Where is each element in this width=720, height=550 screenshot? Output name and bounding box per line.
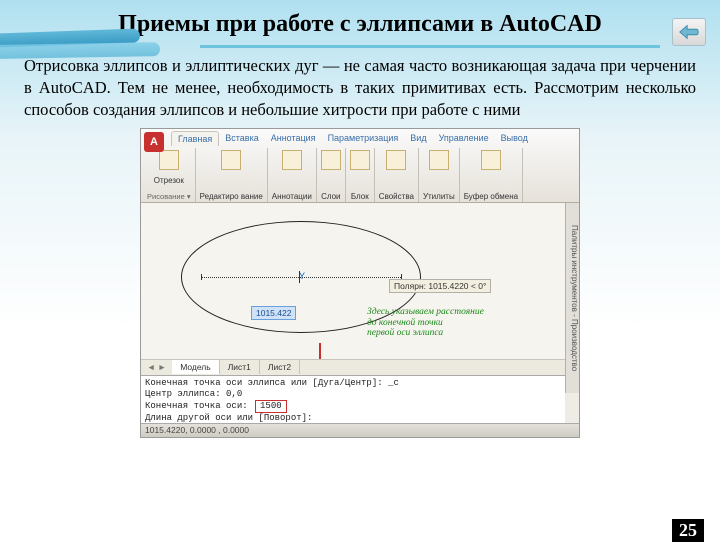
ribbon-panels: Отрезок Рисование ▾ Редактиро вание Аннотац… <box>141 146 579 202</box>
ribbon-tab[interactable]: Вывод <box>495 131 534 146</box>
ribbon-panel[interactable]: Слои <box>317 148 346 202</box>
panel-label: Утилиты <box>423 193 455 201</box>
back-button[interactable] <box>672 18 706 46</box>
panel-label: Свойства <box>379 193 414 201</box>
panel-label: Редактиро вание <box>200 193 263 201</box>
panel-icon <box>429 150 449 170</box>
ribbon-panel[interactable]: Утилиты <box>419 148 460 202</box>
annotation-hint: Здесь указываем расстояниедо конечной то… <box>367 307 484 340</box>
panel-label: Аннотации <box>272 193 312 201</box>
panel-icon <box>221 150 241 170</box>
panel-icon <box>481 150 501 170</box>
layout-tabs: ◄ ► МодельЛист1Лист2 <box>141 359 565 375</box>
slide-paragraph: Отрисовка эллипсов и эллиптических дуг —… <box>24 55 696 122</box>
command-line-text: Длина другой оси или [Поворот]: <box>145 413 561 422</box>
panel-icon <box>159 150 179 170</box>
slide-decor-line <box>200 45 660 48</box>
tool-palette-strip[interactable]: Палитры инструментов - Производство <box>565 203 579 393</box>
ribbon-panel[interactable]: Отрезок Рисование ▾ <box>143 148 196 202</box>
panel-label: Блок <box>351 193 369 201</box>
ribbon-panel[interactable]: Буфер обмена <box>460 148 523 202</box>
command-input-highlight: 1500 <box>255 400 287 413</box>
layout-tab[interactable]: Модель <box>172 360 220 374</box>
ribbon: ГлавнаяВставкаАннотацияПараметризацияВид… <box>141 129 579 203</box>
panel-icon <box>386 150 406 170</box>
panel-icon <box>282 150 302 170</box>
layout-tab[interactable]: Лист1 <box>220 360 260 374</box>
ribbon-tab[interactable]: Параметризация <box>322 131 405 146</box>
ribbon-tabs: ГлавнаяВставкаАннотацияПараметризацияВид… <box>141 129 579 146</box>
ribbon-tab[interactable]: Управление <box>433 131 495 146</box>
panel-group: Рисование ▾ <box>147 192 191 201</box>
ribbon-panel[interactable]: Блок <box>346 148 375 202</box>
ribbon-tab[interactable]: Вставка <box>219 131 264 146</box>
status-coords: 1015.4220, 0.0000 , 0.0000 <box>145 425 249 435</box>
axis-tick <box>201 274 202 280</box>
command-line[interactable]: Конечная точка оси эллипса или [Дуга/Цен… <box>141 375 565 423</box>
polar-tooltip: Полярн: 1015.4220 < 0° <box>389 279 491 293</box>
ribbon-tab[interactable]: Аннотация <box>265 131 322 146</box>
autocad-screenshot: A ГлавнаяВставкаАннотацияПараметризацияВ… <box>140 128 580 438</box>
back-arrow-icon <box>678 24 700 40</box>
layout-tab[interactable]: Лист2 <box>260 360 300 374</box>
panel-icon <box>350 150 370 170</box>
command-line-text: Конечная точка оси эллипса или [Дуга/Цен… <box>145 378 561 389</box>
drawing-canvas[interactable]: Y 1015.422 Полярн: 1015.4220 < 0° Здесь … <box>141 203 565 359</box>
ribbon-tab[interactable]: Главная <box>171 131 219 146</box>
command-line-text: Конечная точка оси: 1500 <box>145 400 561 413</box>
center-tick <box>299 271 300 283</box>
panel-label: Слои <box>321 193 340 201</box>
ribbon-panel[interactable]: Свойства <box>375 148 419 202</box>
page-number: 25 <box>672 519 704 542</box>
status-bar: 1015.4220, 0.0000 , 0.0000 <box>141 423 579 437</box>
ribbon-tab[interactable]: Вид <box>404 131 432 146</box>
command-line-text: Центр эллипса: 0,0 <box>145 389 561 400</box>
dynamic-input-value[interactable]: 1015.422 <box>251 306 296 320</box>
ribbon-panel[interactable]: Аннотации <box>268 148 317 202</box>
app-logo-icon: A <box>144 132 164 152</box>
panel-label: Буфер обмена <box>464 193 518 201</box>
ribbon-panel[interactable]: Редактиро вание <box>196 148 268 202</box>
panel-label: Отрезок <box>154 177 184 185</box>
panel-icon <box>321 150 341 170</box>
